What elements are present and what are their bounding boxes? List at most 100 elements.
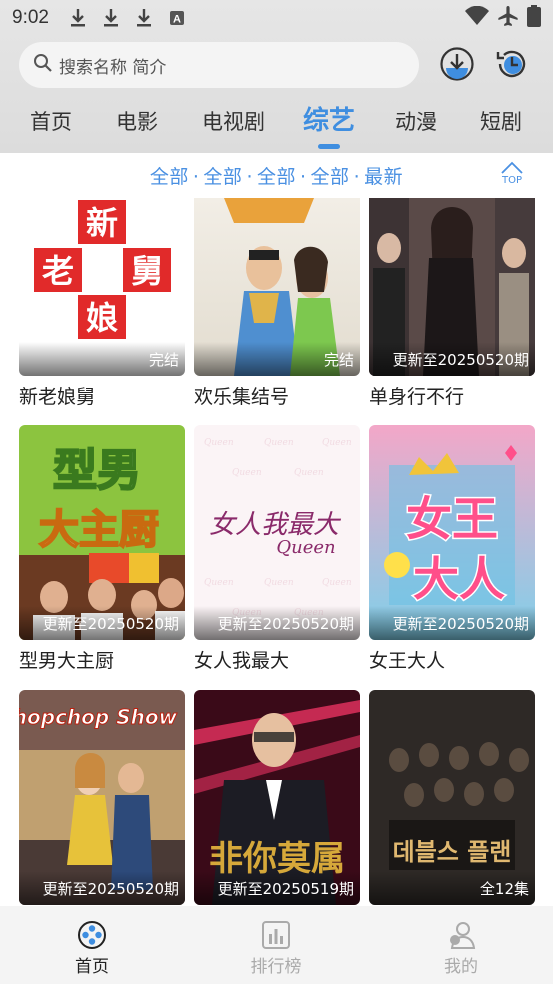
search-icon xyxy=(33,53,53,77)
svg-text:Queen: Queen xyxy=(264,578,294,588)
status-badge: 更新至20250520期 xyxy=(42,880,179,898)
show-poster: 데블스 플랜 全12集 xyxy=(369,690,535,905)
show-poster: Queen Queen Queen Queen Queen Queen Queen Que… xyxy=(194,425,360,640)
poster-char: 舅 xyxy=(131,252,163,290)
download-icon xyxy=(100,7,122,29)
show-poster: 型男 大主厨 更新至20250520期 xyxy=(19,425,185,640)
poster-logo-sub: Queen xyxy=(276,537,335,558)
home-controller-icon xyxy=(78,921,106,949)
show-title: 女人我最大 xyxy=(194,650,290,672)
tab-tv[interactable]: 电视剧 xyxy=(202,106,265,136)
poster-subtitle: 大主厨 xyxy=(39,507,159,553)
status-badge: 完结 xyxy=(148,351,179,369)
show-card[interactable]: 데블스 플랜 全12集 xyxy=(369,690,535,905)
battery-icon xyxy=(527,4,541,32)
status-time: 9:02 xyxy=(12,7,49,28)
download-icon xyxy=(133,7,155,29)
svg-text:Queen: Queen xyxy=(204,438,234,448)
status-badge: 更新至20250520期 xyxy=(392,615,529,633)
show-title: 女王大人 xyxy=(369,650,446,672)
nav-home[interactable]: 首页 xyxy=(52,920,132,977)
airplane-icon xyxy=(497,5,519,32)
svg-text:Queen: Queen xyxy=(264,438,294,448)
show-card[interactable]: chopchop Show 更新至20250520期 xyxy=(19,690,185,905)
show-poster: 更新至20250520期 xyxy=(369,198,535,376)
show-title: 欢乐集结号 xyxy=(194,386,290,408)
status-badge: 更新至20250519期 xyxy=(217,880,354,898)
history-button[interactable] xyxy=(494,46,530,82)
filter-option[interactable]: 全部 xyxy=(311,166,350,188)
status-badge: 更新至20250520期 xyxy=(217,615,354,633)
scroll-top-label: TOP xyxy=(501,175,522,186)
status-badge: 完结 xyxy=(323,351,354,369)
show-title: 新老娘舅 xyxy=(19,386,96,408)
nav-label: 我的 xyxy=(444,957,478,977)
show-card[interactable]: 女王 大人 更新至20250520期 女王大人 xyxy=(369,425,535,673)
active-tab-indicator xyxy=(318,144,340,149)
search-placeholder: 搜索名称 简介 xyxy=(59,57,167,78)
download-manager-icon xyxy=(440,47,474,81)
status-badge: 更新至20250520期 xyxy=(42,615,179,633)
svg-text:Queen: Queen xyxy=(322,578,352,588)
filter-option[interactable]: 全部 xyxy=(203,166,242,188)
search-input[interactable]: 搜索名称 简介 xyxy=(19,42,419,88)
chart-icon xyxy=(262,921,290,949)
poster-subtitle: 大人 xyxy=(413,552,505,606)
nav-label: 排行榜 xyxy=(250,957,302,977)
a-notification-icon: A xyxy=(166,7,188,29)
svg-text:A: A xyxy=(173,14,181,26)
svg-text:Queen: Queen xyxy=(232,468,262,478)
tab-home[interactable]: 首页 xyxy=(30,106,72,136)
poster-char: 老 xyxy=(42,252,74,290)
show-card[interactable]: 更新至20250520期 单身行不行 xyxy=(369,198,535,409)
poster-title: 型男 xyxy=(53,445,141,496)
poster-char: 娘 xyxy=(86,299,118,337)
svg-text:Queen: Queen xyxy=(294,468,324,478)
tab-movie[interactable]: 电影 xyxy=(116,106,158,136)
svg-text:Queen: Queen xyxy=(322,438,352,448)
status-badge: 更新至20250520期 xyxy=(392,351,529,369)
search-row: 搜索名称 简介 xyxy=(0,42,553,88)
show-card[interactable]: 非你莫属 更新至20250519期 xyxy=(194,690,360,905)
show-poster: 新 老 舅 娘 完结 xyxy=(19,198,185,376)
show-card[interactable]: 型男 大主厨 更新至20250520期 型男大主厨 xyxy=(19,425,185,673)
show-poster: chopchop Show 更新至20250520期 xyxy=(19,690,185,905)
history-icon xyxy=(496,50,526,78)
show-card[interactable]: 新 老 舅 娘 完结 新老娘舅 xyxy=(19,198,185,409)
show-title: 型男大主厨 xyxy=(19,650,115,672)
tab-anime[interactable]: 动漫 xyxy=(395,106,437,136)
show-grid: 新 老 舅 娘 完结 新老娘舅 完结 欢乐集结号 更新至20250520期 单身… xyxy=(0,153,553,906)
wifi-icon xyxy=(465,5,489,31)
poster-logo: 데블스 플랜 xyxy=(393,838,512,866)
status-badge: 全12集 xyxy=(479,880,529,898)
profile-icon xyxy=(450,922,476,949)
show-poster: 完结 xyxy=(194,198,360,376)
poster-logo: 女人我最大 xyxy=(209,510,342,540)
poster-title: 女王 xyxy=(406,492,498,546)
nav-ranking[interactable]: 排行榜 xyxy=(236,920,316,977)
scroll-top-button[interactable]: TOP xyxy=(499,161,525,191)
download-icon xyxy=(67,7,89,29)
poster-logo: chopchop Show xyxy=(19,705,178,729)
tab-short-drama[interactable]: 短剧 xyxy=(480,106,522,136)
filter-options: 全部 · 全部 · 全部 · 全部 · 最新 xyxy=(149,166,404,188)
show-poster: 女王 大人 更新至20250520期 xyxy=(369,425,535,640)
poster-char: 新 xyxy=(86,204,118,242)
tab-variety[interactable]: 综艺 xyxy=(303,100,355,137)
chevron-up-icon xyxy=(501,161,523,174)
nav-profile[interactable]: 我的 xyxy=(421,920,501,977)
filter-option[interactable]: 全部 xyxy=(150,166,189,188)
download-manager-button[interactable] xyxy=(439,46,475,82)
bottom-nav: 首页 排行榜 我的 xyxy=(0,906,553,984)
filter-option[interactable]: 最新 xyxy=(364,166,403,188)
status-bar: 9:02 A xyxy=(0,0,553,36)
filter-option[interactable]: 全部 xyxy=(257,166,296,188)
filter-bar: 全部 · 全部 · 全部 · 全部 · 最新 TOP xyxy=(0,153,553,198)
category-tabs: 首页 电影 电视剧 综艺 动漫 短剧 xyxy=(0,96,553,144)
show-card[interactable]: 完结 欢乐集结号 xyxy=(194,198,360,409)
show-poster: 非你莫属 更新至20250519期 xyxy=(194,690,360,905)
show-title: 单身行不行 xyxy=(369,386,465,408)
svg-text:Queen: Queen xyxy=(204,578,234,588)
show-card[interactable]: Queen Queen Queen Queen Queen Queen Queen Que… xyxy=(194,425,360,673)
nav-label: 首页 xyxy=(75,957,109,977)
